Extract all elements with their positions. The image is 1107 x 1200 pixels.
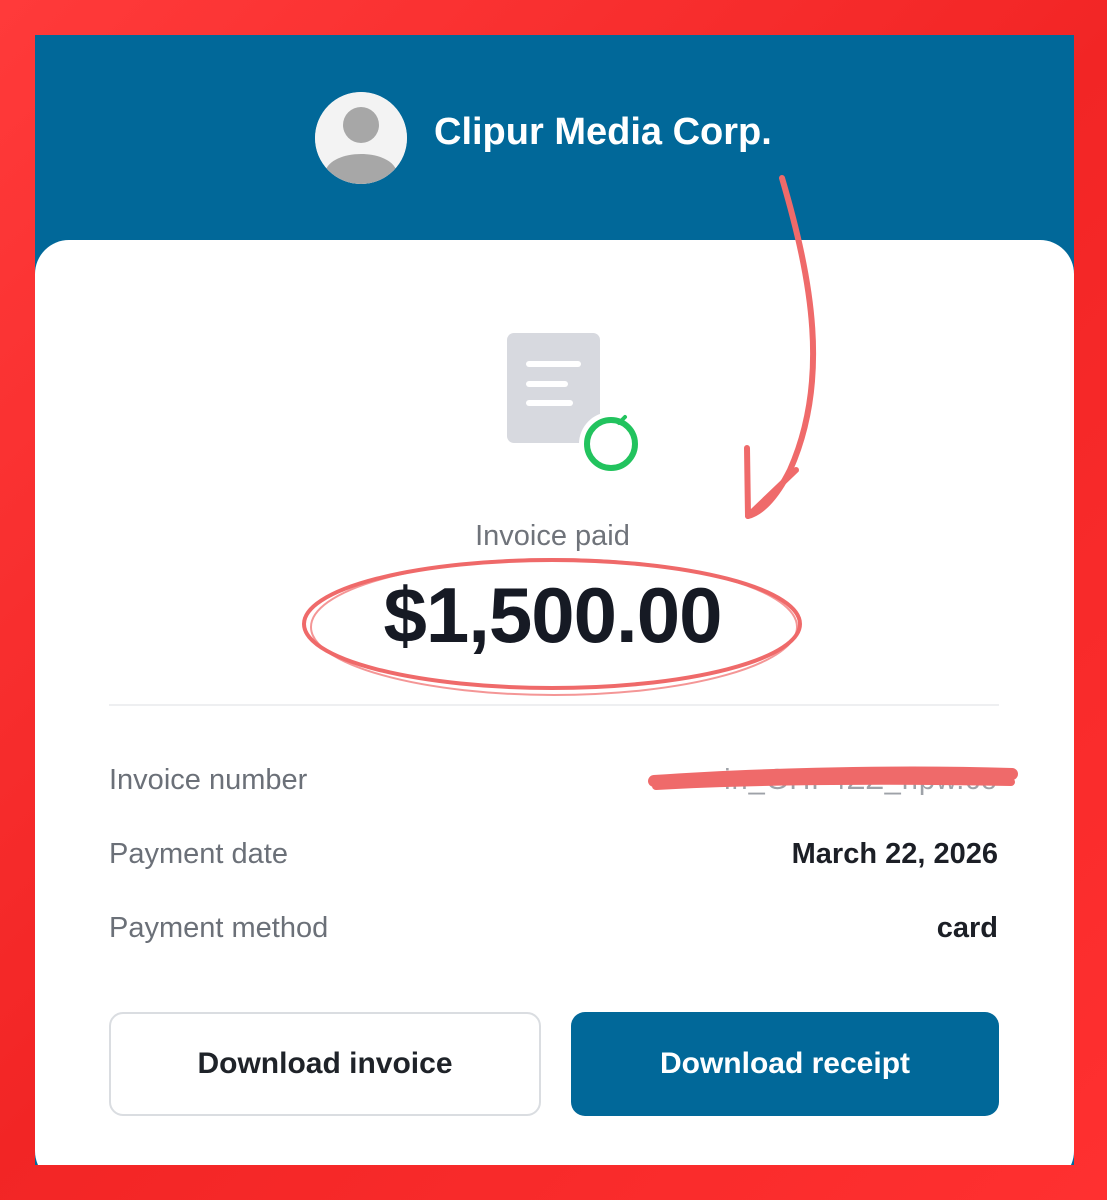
download-receipt-button[interactable]: Download receipt xyxy=(571,1012,999,1116)
company-name: Clipur Media Corp. xyxy=(434,111,772,153)
invoice-card: Invoice paid $1,500.00 Invoice number in… xyxy=(35,240,1074,1165)
user-avatar-icon xyxy=(315,92,407,184)
invoice-status-label: Invoice paid xyxy=(475,520,630,552)
payment-method-label: Payment method xyxy=(109,912,329,944)
download-invoice-button[interactable]: Download invoice xyxy=(109,1012,541,1116)
payment-date-value: March 22, 2026 xyxy=(791,838,998,870)
invoice-window: Clipur Media Corp. Invoice paid $1,500.0… xyxy=(35,35,1074,1165)
invoice-header: Clipur Media Corp. xyxy=(35,35,1074,245)
invoice-amount: $1,500.00 xyxy=(383,571,722,659)
invoice-number-label: Invoice number xyxy=(109,764,308,796)
payment-date-label: Payment date xyxy=(109,838,288,870)
invoice-number-value: in_GHF4ZZ_npw.co xyxy=(724,764,998,796)
divider xyxy=(109,704,999,706)
payment-method-value: card xyxy=(936,912,998,944)
document-check-icon xyxy=(507,333,643,478)
